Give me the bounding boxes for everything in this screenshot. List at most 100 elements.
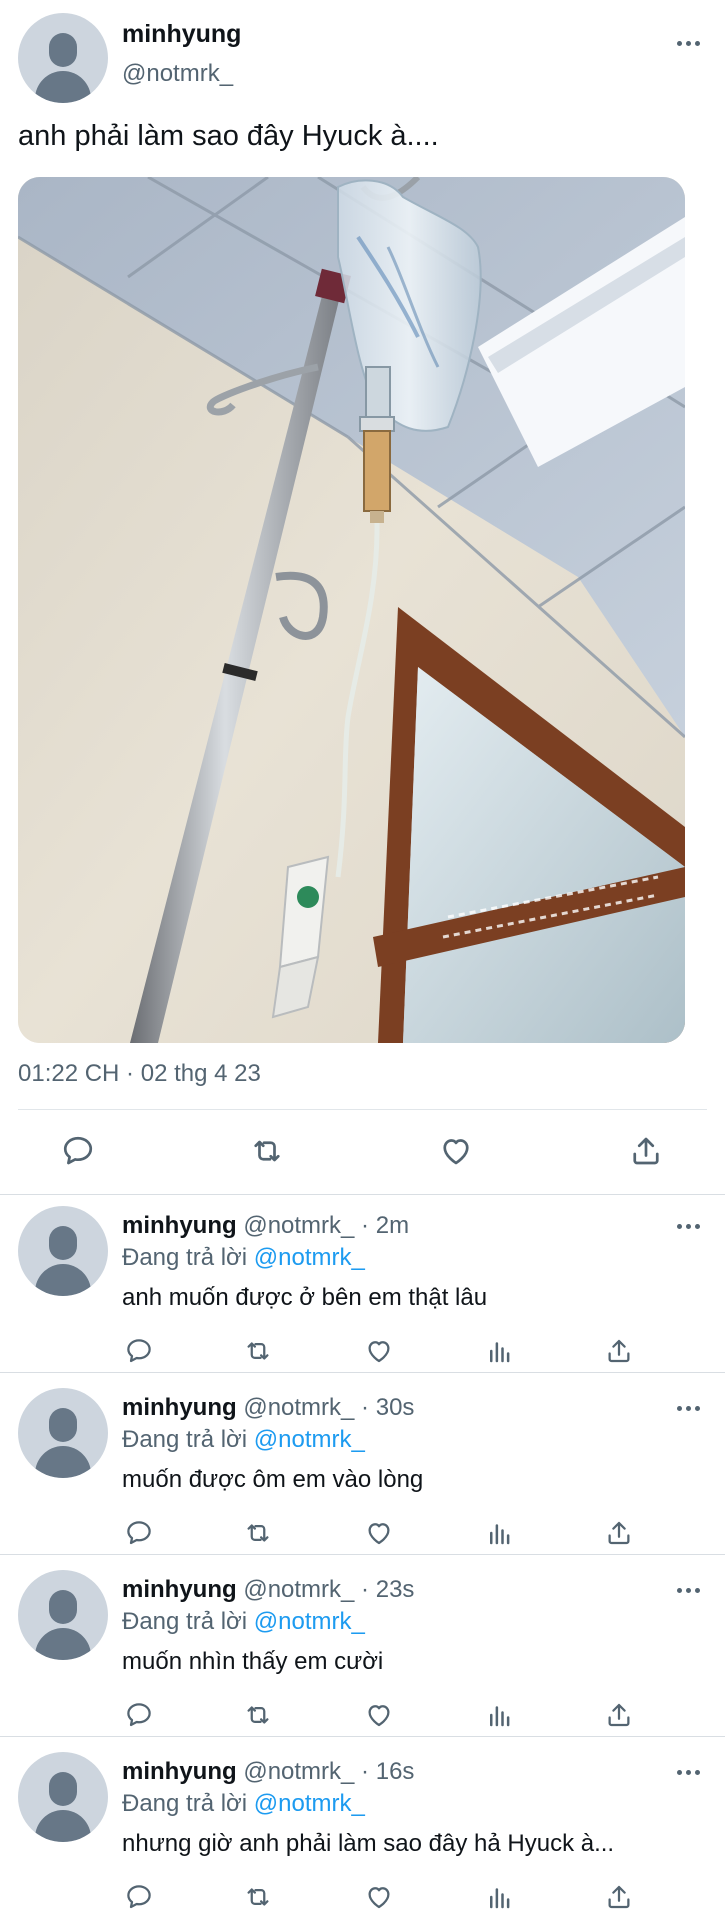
heart-icon <box>368 1705 390 1727</box>
avatar-head-shape <box>49 33 77 67</box>
replying-to: Đang trả lời @notmrk_ <box>122 1608 365 1636</box>
avatar-head-shape <box>49 1226 77 1260</box>
reply-button[interactable] <box>124 1336 154 1366</box>
share-upload-icon <box>608 1521 630 1545</box>
display-name[interactable]: minhyung <box>122 20 241 49</box>
bar-chart-icon <box>490 1342 510 1363</box>
reply-button[interactable] <box>60 1133 96 1169</box>
handle-and-time[interactable]: @notmrk_ · 16s <box>243 1758 414 1785</box>
replying-prefix: Đang trả lời <box>122 1608 248 1635</box>
share-button[interactable] <box>604 1518 634 1548</box>
speech-bubble-icon <box>127 1339 151 1363</box>
mention-link[interactable]: @notmrk_ <box>254 1244 365 1271</box>
speech-bubble-icon <box>127 1885 151 1909</box>
mention-link[interactable]: @notmrk_ <box>254 1608 365 1635</box>
more-dots-icon[interactable] <box>677 41 700 46</box>
handle-and-time[interactable]: @notmrk_ · 23s <box>243 1576 414 1603</box>
tweet-photo[interactable] <box>18 177 685 1043</box>
replying-to: Đang trả lời @notmrk_ <box>122 1244 365 1272</box>
mention-link[interactable]: @notmrk_ <box>254 1426 365 1453</box>
retweet-icon <box>247 1888 269 1906</box>
avatar-head-shape <box>49 1408 77 1442</box>
avatar-body-shape <box>35 1264 91 1296</box>
display-name[interactable]: minhyung <box>122 1576 237 1603</box>
tweet-text: anh phải làm sao đây Hyuck à.... <box>18 120 439 152</box>
reply-tweet[interactable]: minhyung @notmrk_ · 23s Đang trả lời @no… <box>0 1562 725 1744</box>
bar-chart-icon <box>490 1888 510 1909</box>
like-button[interactable] <box>438 1133 474 1169</box>
handle-and-time[interactable]: @notmrk_ · 2m <box>243 1212 409 1239</box>
user-handle[interactable]: @notmrk_ <box>122 60 233 88</box>
retweet-button[interactable] <box>248 1133 286 1169</box>
retweet-icon <box>247 1524 269 1542</box>
avatar[interactable] <box>18 1388 108 1478</box>
divider <box>0 1736 725 1737</box>
share-button[interactable] <box>628 1133 664 1169</box>
divider <box>18 1109 707 1110</box>
views-button[interactable] <box>485 1518 515 1548</box>
reply-text: nhưng giờ anh phải làm sao đây hả Hyuck … <box>122 1830 615 1857</box>
divider <box>0 1554 725 1555</box>
reply-header: minhyung @notmrk_ · 2m <box>122 1212 409 1240</box>
avatar[interactable] <box>18 13 108 103</box>
reply-text: anh muốn được ở bên em thật lâu <box>122 1284 488 1311</box>
reply-tweet[interactable]: minhyung @notmrk_ · 16s Đang trả lời @no… <box>0 1744 725 1920</box>
display-name[interactable]: minhyung <box>122 1758 237 1785</box>
like-button[interactable] <box>364 1700 394 1730</box>
reply-header: minhyung @notmrk_ · 23s <box>122 1576 414 1604</box>
speech-bubble-icon <box>127 1521 151 1545</box>
reply-button[interactable] <box>124 1882 154 1912</box>
bar-chart-icon <box>490 1706 510 1727</box>
handle-and-time[interactable]: @notmrk_ · 30s <box>243 1394 414 1421</box>
more-dots-icon[interactable] <box>677 1588 700 1593</box>
mention-link[interactable]: @notmrk_ <box>254 1790 365 1817</box>
share-button[interactable] <box>604 1882 634 1912</box>
heart-icon <box>368 1341 390 1363</box>
speech-bubble-icon <box>127 1703 151 1727</box>
like-button[interactable] <box>364 1336 394 1366</box>
replying-prefix: Đang trả lời <box>122 1244 248 1271</box>
share-button[interactable] <box>604 1700 634 1730</box>
reply-button[interactable] <box>124 1700 154 1730</box>
share-upload-icon <box>608 1885 630 1909</box>
more-dots-icon[interactable] <box>677 1224 700 1229</box>
avatar-head-shape <box>49 1772 77 1806</box>
avatar-body-shape <box>35 1810 91 1842</box>
like-button[interactable] <box>364 1882 394 1912</box>
retweet-button[interactable] <box>242 1882 274 1912</box>
tweet-timestamp[interactable]: 01:22 CH · 02 thg 4 23 <box>18 1060 261 1088</box>
avatar[interactable] <box>18 1570 108 1660</box>
reply-button[interactable] <box>124 1518 154 1548</box>
heart-icon <box>368 1523 390 1545</box>
views-button[interactable] <box>485 1336 515 1366</box>
reply-text: muốn được ôm em vào lòng <box>122 1466 424 1493</box>
avatar-body-shape <box>35 1628 91 1660</box>
views-button[interactable] <box>485 1700 515 1730</box>
display-name[interactable]: minhyung <box>122 1394 237 1421</box>
retweet-icon <box>254 1140 280 1162</box>
divider <box>0 1372 725 1373</box>
avatar[interactable] <box>18 1206 108 1296</box>
like-button[interactable] <box>364 1518 394 1548</box>
reply-tweet[interactable]: minhyung @notmrk_ · 2m Đang trả lời @not… <box>0 1198 725 1380</box>
share-button[interactable] <box>604 1336 634 1366</box>
more-dots-icon[interactable] <box>677 1406 700 1411</box>
retweet-icon <box>247 1342 269 1360</box>
share-upload-icon <box>608 1703 630 1727</box>
reply-tweet[interactable]: minhyung @notmrk_ · 30s Đang trả lời @no… <box>0 1380 725 1562</box>
replying-prefix: Đang trả lời <box>122 1426 248 1453</box>
retweet-button[interactable] <box>242 1700 274 1730</box>
replying-to: Đang trả lời @notmrk_ <box>122 1426 365 1454</box>
views-button[interactable] <box>485 1882 515 1912</box>
retweet-icon <box>247 1706 269 1724</box>
share-upload-icon <box>608 1339 630 1363</box>
replying-prefix: Đang trả lời <box>122 1790 248 1817</box>
iv-drip-photo <box>18 177 685 1043</box>
reply-header: minhyung @notmrk_ · 16s <box>122 1758 414 1786</box>
heart-icon <box>443 1139 469 1165</box>
display-name[interactable]: minhyung <box>122 1212 237 1239</box>
retweet-button[interactable] <box>242 1518 274 1548</box>
more-dots-icon[interactable] <box>677 1770 700 1775</box>
retweet-button[interactable] <box>242 1336 274 1366</box>
avatar[interactable] <box>18 1752 108 1842</box>
